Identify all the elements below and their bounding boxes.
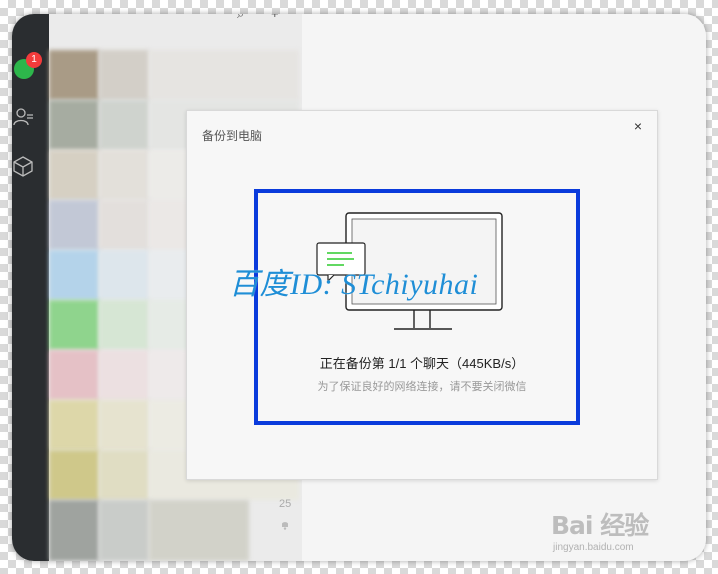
chat-avatar[interactable] — [49, 150, 99, 200]
chat-item-blur — [99, 400, 149, 450]
chat-item-blur — [99, 350, 149, 400]
chat-item-blur — [99, 100, 149, 150]
search-icon[interactable]: ⌕ — [237, 14, 244, 22]
add-icon[interactable]: + — [271, 14, 279, 21]
chat-avatar[interactable] — [49, 400, 99, 450]
chat-avatar[interactable] — [49, 350, 99, 400]
sidebar: 1 — [12, 14, 49, 561]
watermark-text: 百度ID: STchiyuhai — [229, 268, 479, 301]
chat-avatar[interactable] — [49, 50, 99, 100]
chat-avatar[interactable] — [49, 250, 99, 300]
backup-dialog: 备份到电脑 × 百度ID: STchiyuhai 正在备份第 1/1 个聊天（4… — [186, 110, 658, 480]
contacts-icon[interactable] — [12, 106, 34, 128]
chat-item-blur — [99, 450, 149, 500]
chat-avatar[interactable] — [49, 450, 99, 500]
chat-item-blur — [99, 250, 149, 300]
chat-item-blur — [99, 200, 149, 250]
backup-progress-text: 正在备份第 1/1 个聊天（445KB/s） — [319, 356, 525, 371]
chat-item-blur — [99, 300, 149, 350]
chat-time: 25 — [279, 498, 292, 510]
unread-badge: 1 — [26, 52, 42, 68]
chat-avatar[interactable] — [49, 300, 99, 350]
chat-item-blur — [99, 150, 149, 200]
dialog-title: 备份到电脑 — [202, 129, 263, 143]
chat-item-blur — [99, 500, 149, 561]
box-icon[interactable] — [12, 155, 34, 177]
chat-item-blur — [99, 50, 149, 100]
chat-avatar[interactable] — [49, 200, 99, 250]
close-button[interactable]: × — [629, 117, 647, 135]
chat-avatar[interactable] — [49, 100, 99, 150]
chat-avatar[interactable] — [49, 500, 99, 561]
mute-bell-icon — [282, 522, 288, 530]
chat-item-blur — [149, 50, 299, 100]
baidu-jingyan-logo: Bai 经验 — [551, 511, 649, 540]
backup-hint-text: 为了保证良好的网络连接，请不要关闭微信 — [317, 381, 527, 393]
chat-item-blur — [149, 500, 249, 561]
baidu-jingyan-url: jingyan.baidu.com — [553, 542, 634, 553]
